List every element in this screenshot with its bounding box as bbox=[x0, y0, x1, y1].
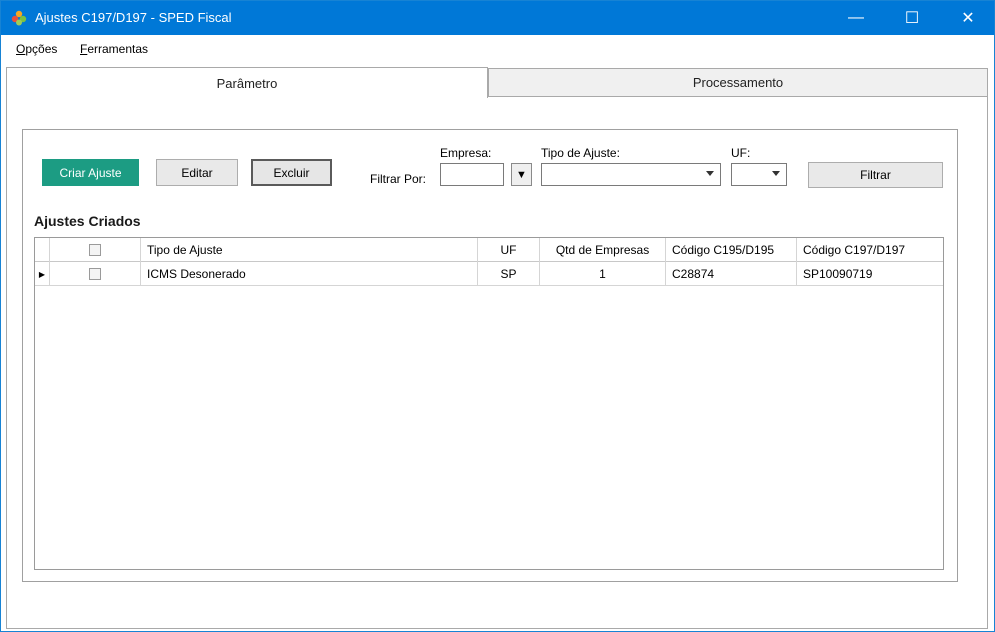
uf-label: UF: bbox=[731, 146, 751, 160]
tipo-ajuste-select[interactable] bbox=[541, 163, 721, 186]
tipo-ajuste-label: Tipo de Ajuste: bbox=[541, 146, 620, 160]
menu-opcoes-mnemonic: O bbox=[16, 42, 26, 56]
ajustes-grid: Tipo de Ajuste UF Qtd de Empresas Código… bbox=[34, 237, 944, 570]
menu-ferramentas-rest: erramentas bbox=[87, 42, 149, 56]
editar-button[interactable]: Editar bbox=[156, 159, 238, 186]
criar-ajuste-button[interactable]: Criar Ajuste bbox=[42, 159, 139, 186]
minimize-icon[interactable]: — bbox=[833, 1, 879, 35]
title-bar[interactable]: Ajustes C197/D197 - SPED Fiscal — ☐ ✕ bbox=[1, 1, 994, 35]
row-checkbox[interactable] bbox=[89, 268, 101, 280]
uf-select[interactable] bbox=[731, 163, 787, 186]
row-checkbox-cell bbox=[50, 262, 141, 286]
cell-qtd: 1 bbox=[540, 262, 666, 286]
row-indicator-icon: ▶ bbox=[35, 262, 50, 286]
tab-processamento[interactable]: Processamento bbox=[488, 68, 988, 97]
window-title: Ajustes C197/D197 - SPED Fiscal bbox=[35, 10, 232, 25]
col-header-qtd[interactable]: Qtd de Empresas bbox=[540, 238, 666, 262]
cell-c195: C28874 bbox=[666, 262, 797, 286]
app-icon bbox=[11, 10, 27, 26]
menu-bar: Opções Ferramentas bbox=[1, 35, 994, 64]
close-icon[interactable]: ✕ bbox=[945, 1, 991, 35]
filtrar-por-label: Filtrar Por: bbox=[370, 172, 427, 186]
cell-tipo: ICMS Desonerado bbox=[141, 262, 478, 286]
menu-ferramentas[interactable]: Ferramentas bbox=[80, 42, 148, 56]
col-header-tipo[interactable]: Tipo de Ajuste bbox=[141, 238, 478, 262]
table-row[interactable]: ▶ ICMS Desonerado SP 1 C28874 SP10090719 bbox=[35, 262, 943, 286]
filtrar-button[interactable]: Filtrar bbox=[808, 162, 943, 188]
col-header-uf[interactable]: UF bbox=[478, 238, 540, 262]
tab-parametro[interactable]: Parâmetro bbox=[6, 67, 488, 98]
excluir-button[interactable]: Excluir bbox=[251, 159, 332, 186]
empresa-label: Empresa: bbox=[440, 146, 492, 160]
menu-opcoes-rest: pções bbox=[25, 42, 58, 56]
grid-header: Tipo de Ajuste UF Qtd de Empresas Código… bbox=[35, 238, 943, 262]
select-all-checkbox[interactable] bbox=[89, 244, 101, 256]
maximize-icon[interactable]: ☐ bbox=[889, 1, 935, 35]
empresa-input[interactable] bbox=[440, 163, 504, 186]
col-header-c197[interactable]: Código C197/D197 bbox=[797, 238, 943, 262]
select-all-cell bbox=[50, 238, 141, 262]
col-header-c195[interactable]: Código C195/D195 bbox=[666, 238, 797, 262]
section-title: Ajustes Criados bbox=[34, 213, 141, 229]
cell-uf: SP bbox=[478, 262, 540, 286]
cell-c197: SP10090719 bbox=[803, 267, 873, 281]
row-header-corner bbox=[35, 238, 50, 262]
chevron-down-icon bbox=[706, 171, 714, 176]
menu-opcoes[interactable]: Opções bbox=[16, 42, 57, 56]
chevron-down-icon bbox=[772, 171, 780, 176]
empresa-dropdown-button[interactable]: ▼ bbox=[511, 163, 532, 186]
